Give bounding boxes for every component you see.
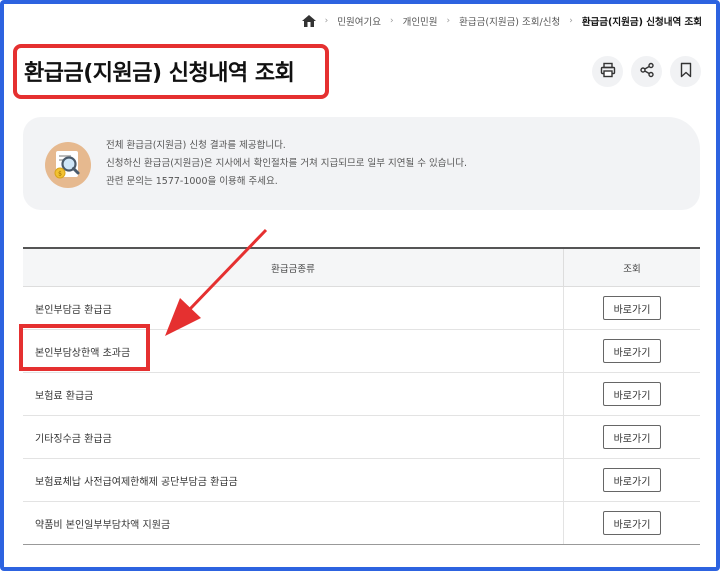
info-line: 전체 환급금(지원금) 신청 결과를 제공합니다. — [106, 140, 286, 151]
table-row: 약품비 본인일부부담차액 지원금 바로가기 — [23, 502, 700, 545]
row-highlight-box — [19, 324, 150, 371]
breadcrumb-item[interactable]: 개인민원 — [403, 14, 438, 28]
breadcrumb-item[interactable]: 민원여기요 — [337, 14, 381, 28]
column-header-view: 조회 — [623, 263, 641, 275]
refund-type-label: 보험료체납 사전급여제한해제 공단부담금 환급금 — [23, 459, 564, 501]
table-header: 환급금종류 조회 — [23, 249, 700, 287]
print-button[interactable] — [592, 56, 623, 87]
breadcrumb: › 민원여기요 › 개인민원 › 환급금(지원금) 조회/신청 › 환급금(지원… — [301, 14, 702, 28]
magnifier-coin-icon: $ — [45, 142, 91, 188]
info-line: 관련 문의는 1577-1000을 이용해 주세요. — [106, 176, 278, 187]
refund-type-label: 약품비 본인일부부담차액 지원금 — [23, 502, 564, 544]
table-row: 보험료 환급금 바로가기 — [23, 373, 700, 416]
table-row: 보험료체납 사전급여제한해제 공단부담금 환급금 바로가기 — [23, 459, 700, 502]
info-text: 전체 환급금(지원금) 신청 결과를 제공합니다. 신청하신 환급금(지원금)은… — [106, 137, 467, 191]
page-actions — [592, 56, 701, 87]
refund-type-label: 보험료 환급금 — [23, 373, 564, 415]
table-row: 기타징수금 환급금 바로가기 — [23, 416, 700, 459]
go-button[interactable]: 바로가기 — [603, 339, 661, 363]
info-line: 신청하신 환급금(지원금)은 지사에서 확인절차를 거쳐 지급되므로 일부 지연… — [106, 158, 467, 169]
breadcrumb-current: 환급금(지원금) 신청내역 조회 — [581, 17, 702, 28]
go-button[interactable]: 바로가기 — [603, 425, 661, 449]
go-button[interactable]: 바로가기 — [603, 382, 661, 406]
view-cell: 바로가기 — [564, 373, 700, 415]
page-title: 환급금(지원금) 신청내역 조회 — [24, 61, 295, 86]
view-cell: 바로가기 — [564, 502, 700, 544]
bookmark-button[interactable] — [670, 56, 701, 87]
view-cell: 바로가기 — [564, 459, 700, 501]
go-button[interactable]: 바로가기 — [603, 511, 661, 535]
refund-type-label: 본인부담금 환급금 — [23, 287, 564, 329]
chevron-right-icon: › — [446, 16, 451, 26]
refund-type-table: 환급금종류 조회 본인부담금 환급금 바로가기 본인부담상한액 초과금 바로가기… — [23, 247, 700, 545]
share-button[interactable] — [631, 56, 662, 87]
view-cell: 바로가기 — [564, 416, 700, 458]
go-button[interactable]: 바로가기 — [603, 468, 661, 492]
home-icon[interactable] — [301, 15, 316, 27]
chevron-right-icon: › — [569, 16, 573, 26]
svg-text:$: $ — [58, 171, 62, 178]
breadcrumb-item[interactable]: 환급금(지원금) 조회/신청 — [459, 14, 560, 28]
info-notice: $ 전체 환급금(지원금) 신청 결과를 제공합니다. 신청하신 환급금(지원금… — [23, 117, 700, 210]
go-button[interactable]: 바로가기 — [603, 296, 661, 320]
bookmark-icon — [678, 62, 694, 82]
print-icon — [600, 62, 616, 82]
column-header-type: 환급금종류 — [23, 249, 564, 286]
view-cell: 바로가기 — [564, 330, 700, 372]
chevron-right-icon: › — [389, 16, 394, 26]
chevron-right-icon: › — [324, 16, 329, 26]
refund-type-label: 기타징수금 환급금 — [23, 416, 564, 458]
share-icon — [639, 62, 655, 82]
view-cell: 바로가기 — [564, 287, 700, 329]
